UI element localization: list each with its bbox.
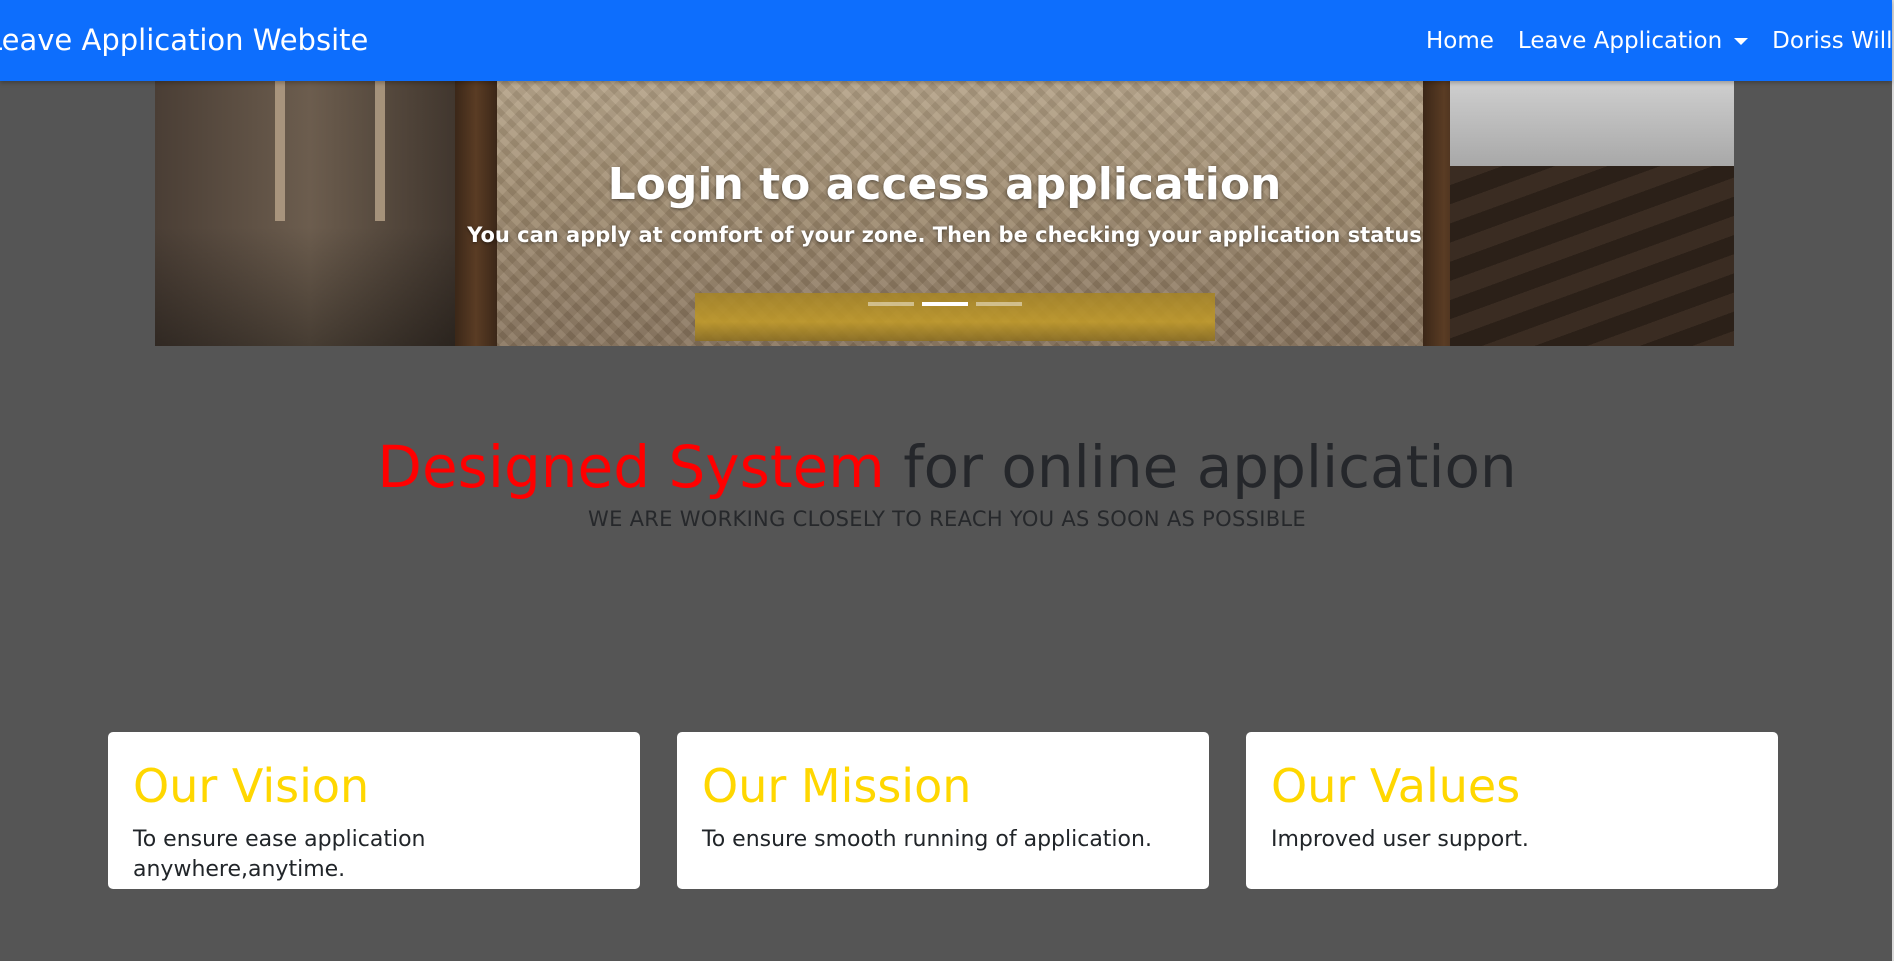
- carousel-indicator-1[interactable]: [868, 302, 914, 306]
- card-values-title: Our Values: [1271, 759, 1521, 813]
- hero-carousel: Login to access application You can appl…: [155, 81, 1734, 346]
- nav-link-user[interactable]: Doriss Willies: [1772, 26, 1892, 56]
- card-values: Our Values Improved user support.: [1246, 732, 1778, 889]
- intro-title-rest: for online application: [884, 433, 1517, 501]
- nav-link-home[interactable]: Home: [1426, 26, 1494, 56]
- card-mission-title: Our Mission: [702, 759, 972, 813]
- carousel-text: You can apply at comfort of your zone. T…: [467, 223, 1422, 247]
- intro-subtitle: WE ARE WORKING CLOSELY TO REACH YOU AS S…: [588, 507, 1306, 531]
- intro-section: Designed System for online application W…: [0, 432, 1894, 533]
- card-values-text: Improved user support.: [1271, 827, 1529, 852]
- page: Leave Application Website Home Leave App…: [0, 0, 1894, 961]
- card-mission-text: To ensure smooth running of application.: [702, 827, 1152, 852]
- carousel-indicator-2[interactable]: [922, 302, 968, 306]
- intro-title: Designed System for online application: [0, 432, 1894, 502]
- carousel-title: Login to access application: [607, 159, 1282, 210]
- intro-title-accent: Designed System: [377, 433, 885, 501]
- hero-window: [1450, 81, 1734, 166]
- info-cards: Our Vision To ensure ease application an…: [108, 732, 1778, 889]
- nav-dropdown-leave-application-label: Leave Application: [1517, 28, 1723, 54]
- card-vision: Our Vision To ensure ease application an…: [108, 732, 640, 889]
- card-vision-title: Our Vision: [133, 759, 370, 813]
- carousel-indicators: [868, 302, 1022, 306]
- caret-down-icon: [1734, 37, 1749, 45]
- carousel-indicator-3[interactable]: [976, 302, 1022, 306]
- navbar: Leave Application Website Home Leave App…: [0, 0, 1892, 81]
- carousel-caption: Login to access application You can appl…: [155, 159, 1734, 249]
- card-mission: Our Mission To ensure smooth running of …: [677, 732, 1209, 889]
- card-vision-text: To ensure ease application anywhere,anyt…: [133, 827, 426, 882]
- nav-dropdown-leave-application[interactable]: Leave Application: [1517, 26, 1749, 56]
- nav-links: Home Leave Application Doriss Willies: [1426, 26, 1892, 56]
- nav-link-home-label: Home: [1426, 28, 1494, 54]
- hero-blanket: [695, 293, 1215, 341]
- nav-link-user-label: Doriss Willies: [1772, 28, 1892, 54]
- brand-link[interactable]: Leave Application Website: [0, 22, 368, 58]
